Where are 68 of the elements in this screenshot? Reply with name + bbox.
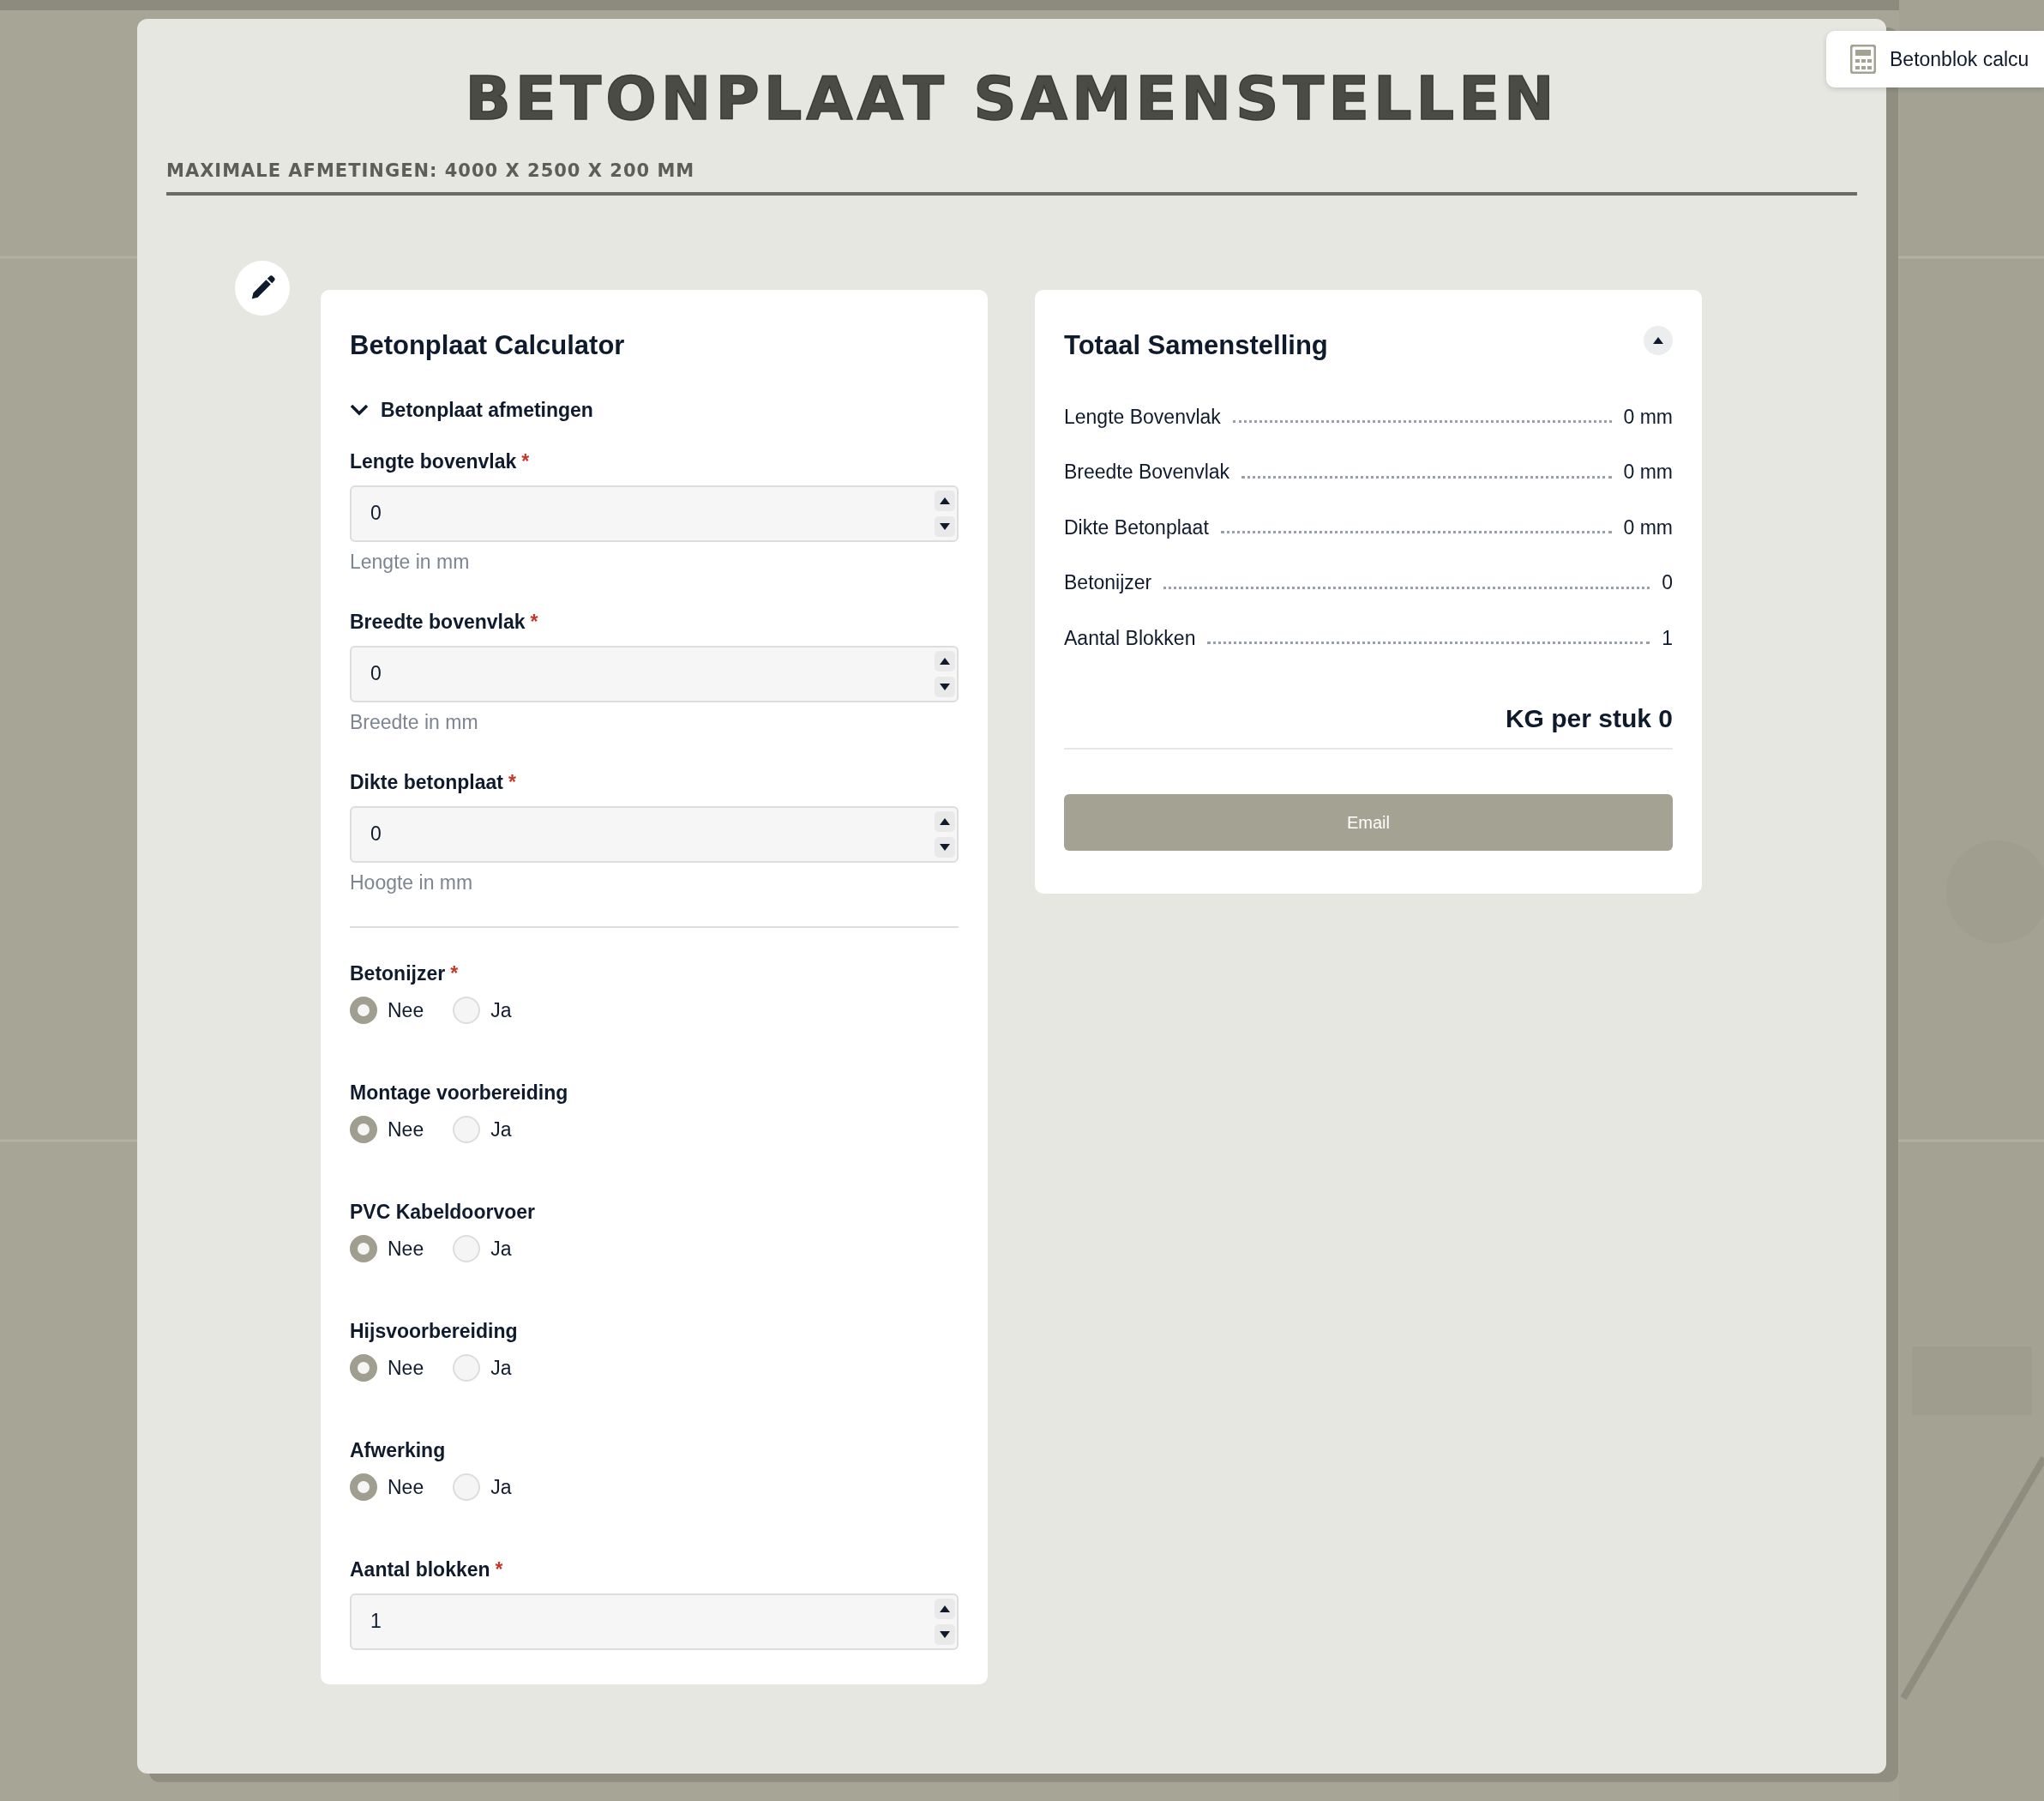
section-toggle[interactable]: Betonplaat afmetingen [350,395,593,425]
page-title: BETONPLAAT SAMENSTELLEN [464,69,1560,129]
caret-icon [939,842,951,852]
caret-icon [939,1629,951,1639]
total-weight: KG per stuk 0 [1064,699,1673,750]
increment-button[interactable] [935,1598,955,1619]
decrement-button[interactable] [935,1623,955,1645]
calculator-link[interactable]: Betonblok calcu [1826,31,2044,87]
number-field[interactable]: 1 [350,1593,959,1650]
number-field[interactable]: 0 [350,485,959,542]
summary-label: Breedte Bovenvlak [1064,460,1230,485]
field-label: Dikte betonplaat [350,771,503,794]
number-field[interactable]: 0 [350,645,959,702]
summary-label: Dikte Betonplaat [1064,515,1209,540]
calculator-icon [1850,45,1876,74]
caret-icon [939,521,951,531]
radio-option[interactable]: Ja [453,1114,512,1145]
radio-option[interactable]: Nee [350,1233,424,1264]
required-mark: * [521,450,530,473]
chevron-icon [350,403,369,416]
field-label: Montage voorbereiding [350,1081,568,1105]
summary-value: 0 mm [1623,515,1673,540]
increment-button[interactable] [935,650,955,672]
caret-icon [939,1604,951,1613]
increment-button[interactable] [935,810,955,832]
field-label: Hijsvoorbereiding [350,1320,518,1343]
radio-option[interactable]: Ja [453,1472,512,1503]
radio-option[interactable]: Nee [350,1352,424,1383]
decrement-button[interactable] [935,676,955,697]
increment-button[interactable] [935,490,955,511]
field-label: Afwerking [350,1439,446,1462]
summary-label: Lengte Bovenvlak [1064,404,1221,430]
radio-option[interactable]: Ja [453,1233,512,1264]
card-title: Totaal Samenstelling [1064,328,1328,361]
collapse-button[interactable] [1644,326,1673,356]
radio-option[interactable]: Nee [350,995,424,1026]
number-field[interactable]: 0 [350,805,959,863]
help-text: Hoogte in mm [350,870,474,895]
required-mark: * [530,611,538,634]
field-label: PVC Kabeldoorvoer [350,1201,535,1224]
help-text: Lengte in mm [350,549,471,575]
page-subtitle: MAXIMALE AFMETINGEN: 4000 X 2500 X 200 MM [166,158,1857,196]
summary-value: 0 mm [1623,460,1673,485]
field-label: Lengte bovenvlak [350,450,517,473]
decrement-button[interactable] [935,836,955,858]
required-mark: * [495,1558,503,1581]
summary-label: Aantal Blokken [1064,625,1196,651]
caret-icon [939,816,951,826]
caret-icon [939,656,951,666]
card-title: Betonplaat Calculator [350,328,626,361]
radio-option[interactable]: Nee [350,1472,424,1503]
summary-label: Betonijzer [1064,570,1152,596]
caret-icon [1652,336,1664,346]
radio-option[interactable]: Ja [453,995,512,1026]
field-label: Aantal blokken [350,1558,490,1581]
decrement-button[interactable] [935,515,955,537]
caret-icon [939,496,951,505]
caret-icon [939,682,951,691]
radio-option[interactable]: Ja [453,1352,512,1383]
field-label: Betonijzer [350,962,446,985]
help-text: Breedte in mm [350,709,479,735]
summary-value: 0 mm [1623,404,1673,430]
required-mark: * [508,771,516,794]
summary-value: 0 [1662,570,1673,596]
required-mark: * [450,962,459,985]
radio-option[interactable]: Nee [350,1114,424,1145]
field-label: Breedte bovenvlak [350,611,526,634]
summary-value: 1 [1662,625,1673,651]
